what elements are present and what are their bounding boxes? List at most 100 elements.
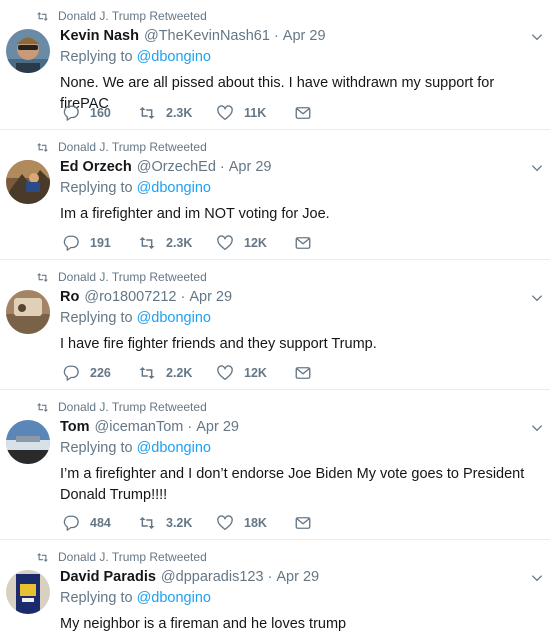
tweet-text: I’m a firefighter and I don’t endorse Jo…: [60, 466, 525, 503]
retweet-button[interactable]: 2.2K: [138, 364, 216, 382]
tweet[interactable]: Donald J. Trump Retweeted Tom @icemanTom…: [0, 391, 550, 540]
tweet[interactable]: Donald J. Trump Retweeted Kevin Nash @Th…: [0, 0, 550, 130]
reply-count: 160: [90, 106, 111, 120]
tweet-text: My neighbor is a fireman and he loves tr…: [60, 616, 347, 632]
chevron-down-icon[interactable]: [530, 291, 544, 305]
timestamp[interactable]: Apr 29: [189, 289, 232, 305]
retweet-icon: [37, 402, 48, 412]
reply-icon: [63, 365, 79, 381]
reply-button[interactable]: 226: [62, 364, 138, 382]
replying-label: Replying to: [60, 440, 133, 456]
reply-icon: [63, 235, 79, 251]
reply-icon: [63, 515, 79, 531]
user-handle[interactable]: @OrzechEd: [137, 159, 216, 175]
chevron-down-icon[interactable]: [530, 30, 544, 44]
tweet-actions: 226 2.2K 12K: [62, 364, 322, 382]
tweet-text: I have fire fighter friends and they sup…: [60, 336, 377, 352]
envelope-icon: [295, 517, 311, 529]
replying-to: Replying to @dbongino: [60, 310, 211, 326]
message-button[interactable]: [294, 104, 322, 122]
like-button[interactable]: 11K: [216, 104, 294, 122]
like-button[interactable]: 12K: [216, 364, 294, 382]
envelope-icon: [295, 107, 311, 119]
display-name[interactable]: David Paradis: [60, 569, 156, 585]
tweet[interactable]: Donald J. Trump Retweeted Ed Orzech @Orz…: [0, 131, 550, 260]
heart-icon: [217, 235, 233, 251]
reply-button[interactable]: 160: [62, 104, 138, 122]
mention-link[interactable]: @dbongino: [137, 440, 211, 456]
retweet-button[interactable]: 2.3K: [138, 104, 216, 122]
display-name[interactable]: Tom: [60, 419, 90, 435]
envelope-icon: [295, 367, 311, 379]
retweeted-by-label: Donald J. Trump Retweeted: [58, 270, 207, 284]
retweet-icon: [139, 237, 155, 249]
message-button[interactable]: [294, 234, 322, 252]
tweet-header: Tom @icemanTom · Apr 29: [60, 419, 239, 437]
envelope-icon: [295, 237, 311, 249]
chevron-down-icon[interactable]: [530, 571, 544, 585]
reply-button[interactable]: 191: [62, 234, 138, 252]
retweet-context: Donald J. Trump Retweeted: [36, 549, 207, 565]
mention-link[interactable]: @dbongino: [137, 310, 211, 326]
avatar[interactable]: [6, 290, 50, 334]
retweeted-by-label: Donald J. Trump Retweeted: [58, 140, 207, 154]
retweet-icon: [37, 142, 48, 152]
avatar[interactable]: [6, 160, 50, 204]
tweet-feed: Donald J. Trump Retweeted Kevin Nash @Th…: [0, 0, 550, 632]
separator-dot: ·: [187, 419, 193, 435]
display-name[interactable]: Ro: [60, 289, 79, 305]
retweeted-by-label: Donald J. Trump Retweeted: [58, 550, 207, 564]
separator-dot: ·: [273, 28, 279, 44]
display-name[interactable]: Kevin Nash: [60, 28, 139, 44]
reply-button[interactable]: 484: [62, 514, 138, 532]
like-button[interactable]: 18K: [216, 514, 294, 532]
replying-to: Replying to @dbongino: [60, 440, 211, 456]
message-button[interactable]: [294, 514, 322, 532]
tweet-actions: 484 3.2K 18K: [62, 514, 322, 532]
timestamp[interactable]: Apr 29: [283, 28, 326, 44]
user-handle[interactable]: @icemanTom: [95, 419, 184, 435]
tweet-header: David Paradis @dpparadis123 · Apr 29: [60, 569, 319, 587]
tweet[interactable]: Donald J. Trump Retweeted Ro @ro18007212…: [0, 261, 550, 390]
user-handle[interactable]: @dpparadis123: [161, 569, 264, 585]
replying-to: Replying to @dbongino: [60, 180, 211, 196]
retweet-count: 3.2K: [166, 516, 193, 530]
avatar[interactable]: [6, 29, 50, 73]
chevron-down-icon[interactable]: [530, 421, 544, 435]
heart-icon: [217, 515, 233, 531]
like-count: 18K: [244, 516, 267, 530]
retweet-button[interactable]: 3.2K: [138, 514, 216, 532]
mention-link[interactable]: @dbongino: [137, 590, 211, 606]
replying-label: Replying to: [60, 590, 133, 606]
reply-count: 191: [90, 236, 111, 250]
retweeted-by-label: Donald J. Trump Retweeted: [58, 9, 207, 23]
like-button[interactable]: 12K: [216, 234, 294, 252]
separator-dot: ·: [180, 289, 186, 305]
replying-label: Replying to: [60, 180, 133, 196]
avatar[interactable]: [6, 420, 50, 464]
avatar[interactable]: [6, 570, 50, 614]
timestamp[interactable]: Apr 29: [196, 419, 239, 435]
retweet-context: Donald J. Trump Retweeted: [36, 139, 207, 155]
message-button[interactable]: [294, 364, 322, 382]
heart-icon: [217, 365, 233, 381]
retweet-count: 2.2K: [166, 366, 193, 380]
replying-label: Replying to: [60, 310, 133, 326]
reply-icon: [63, 105, 79, 121]
display-name[interactable]: Ed Orzech: [60, 159, 132, 175]
chevron-down-icon[interactable]: [530, 161, 544, 175]
retweet-context: Donald J. Trump Retweeted: [36, 399, 207, 415]
separator-dot: ·: [219, 159, 225, 175]
retweeted-by-label: Donald J. Trump Retweeted: [58, 400, 207, 414]
user-handle[interactable]: @TheKevinNash61: [144, 28, 270, 44]
user-handle[interactable]: @ro18007212: [84, 289, 176, 305]
tweet[interactable]: Donald J. Trump Retweeted David Paradis …: [0, 541, 550, 632]
retweet-icon: [37, 11, 48, 21]
timestamp[interactable]: Apr 29: [229, 159, 272, 175]
mention-link[interactable]: @dbongino: [137, 49, 211, 65]
replying-to: Replying to @dbongino: [60, 590, 211, 606]
timestamp[interactable]: Apr 29: [276, 569, 319, 585]
reply-count: 226: [90, 366, 111, 380]
mention-link[interactable]: @dbongino: [137, 180, 211, 196]
retweet-button[interactable]: 2.3K: [138, 234, 216, 252]
